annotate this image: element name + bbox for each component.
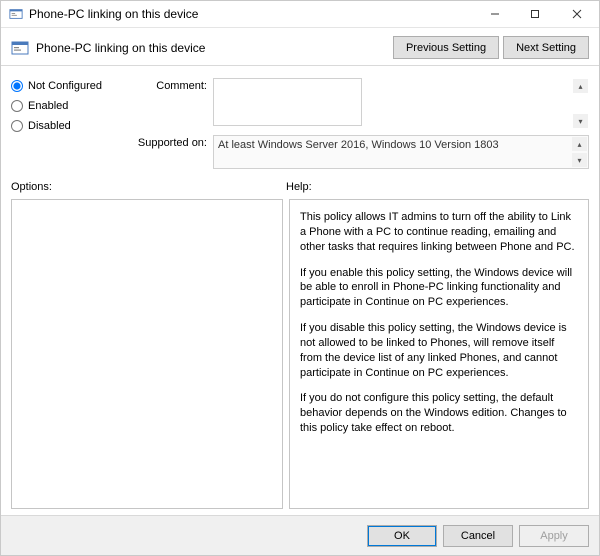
comment-row: Comment: ▴ ▾ — [131, 78, 589, 129]
radio-not-configured[interactable]: Not Configured — [11, 80, 131, 92]
fields-column: Comment: ▴ ▾ Supported on: At least Wind… — [131, 78, 589, 169]
window-controls — [475, 1, 599, 27]
supported-row: Supported on: At least Windows Server 20… — [131, 135, 589, 169]
comment-input[interactable] — [213, 78, 362, 126]
radio-disabled-input[interactable] — [11, 120, 23, 132]
minimize-button[interactable] — [475, 1, 515, 27]
policy-icon — [9, 7, 23, 21]
radio-enabled-label: Enabled — [28, 100, 68, 112]
scroll-up-icon[interactable]: ▴ — [572, 137, 587, 151]
scroll-up-icon[interactable]: ▴ — [573, 79, 588, 93]
help-paragraph: This policy allows IT admins to turn off… — [300, 210, 578, 255]
next-setting-button[interactable]: Next Setting — [503, 36, 589, 59]
window-title: Phone-PC linking on this device — [29, 7, 475, 21]
policy-title: Phone-PC linking on this device — [36, 41, 389, 55]
apply-button: Apply — [519, 525, 589, 547]
radio-group: Not Configured Enabled Disabled — [11, 78, 131, 169]
scroll-down-icon[interactable]: ▾ — [572, 153, 587, 167]
titlebar: Phone-PC linking on this device — [1, 1, 599, 28]
scroll-down-icon[interactable]: ▾ — [573, 114, 588, 128]
comment-label: Comment: — [131, 78, 213, 92]
help-paragraph: If you do not configure this policy sett… — [300, 391, 578, 436]
radio-enabled[interactable]: Enabled — [11, 100, 131, 112]
previous-setting-button[interactable]: Previous Setting — [393, 36, 499, 59]
radio-not-configured-label: Not Configured — [28, 80, 102, 92]
lower-labels: Options: Help: — [1, 177, 599, 195]
options-label: Options: — [11, 181, 286, 193]
close-button[interactable] — [555, 1, 599, 27]
radio-disabled[interactable]: Disabled — [11, 120, 131, 132]
help-paragraph: If you disable this policy setting, the … — [300, 321, 578, 380]
help-label: Help: — [286, 181, 312, 193]
help-panel[interactable]: This policy allows IT admins to turn off… — [289, 199, 589, 509]
radio-enabled-input[interactable] — [11, 100, 23, 112]
cancel-button[interactable]: Cancel — [443, 525, 513, 547]
supported-on-value: At least Windows Server 2016, Windows 10… — [213, 135, 589, 169]
bottom-bar: OK Cancel Apply — [1, 515, 599, 555]
supported-label: Supported on: — [131, 135, 213, 149]
maximize-button[interactable] — [515, 1, 555, 27]
lower-panels: This policy allows IT admins to turn off… — [1, 195, 599, 515]
policy-icon — [11, 39, 29, 57]
supported-on-text: At least Windows Server 2016, Windows 10… — [218, 139, 499, 151]
header-row: Phone-PC linking on this device Previous… — [1, 28, 599, 66]
ok-button[interactable]: OK — [367, 525, 437, 547]
radio-disabled-label: Disabled — [28, 120, 71, 132]
radio-not-configured-input[interactable] — [11, 80, 23, 92]
config-area: Not Configured Enabled Disabled Comment:… — [1, 66, 599, 177]
help-paragraph: If you enable this policy setting, the W… — [300, 266, 578, 311]
options-panel — [11, 199, 283, 509]
